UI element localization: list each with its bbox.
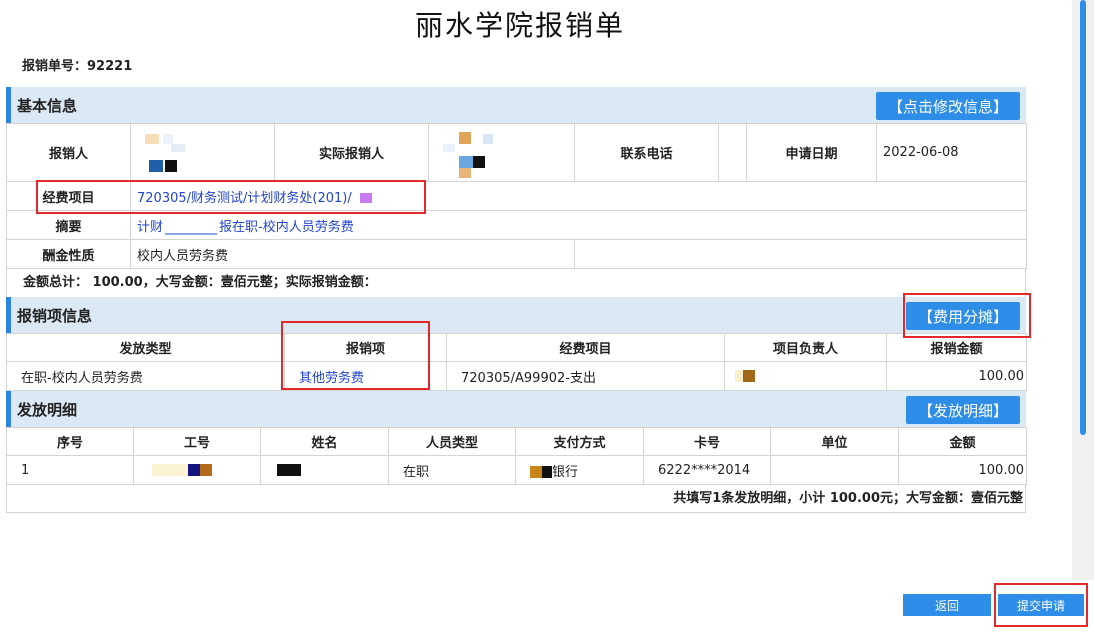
detail-amount: 100.00 [898, 455, 1027, 485]
applicant-value [130, 123, 275, 182]
detail-pay-method-text: 银行 [552, 464, 579, 480]
detail-seq: 1 [6, 455, 134, 485]
fund-link[interactable]: 720305/财务测试/计划财务处(201)/ [137, 191, 352, 206]
detail-col-id: 工号 [133, 427, 261, 456]
pay-nature-label: 酬金性质 [6, 239, 131, 269]
items-col-item: 报销项 [284, 333, 447, 362]
items-title: 报销项信息 [17, 306, 93, 325]
items-header: 报销项信息 【费用分摊】 [6, 297, 1026, 333]
cost-split-button[interactable]: 【费用分摊】 [905, 302, 1020, 330]
basic-info-header: 基本信息 【点击修改信息】 [6, 87, 1026, 123]
detail-header: 发放明细 【发放明细】 [6, 391, 1026, 427]
actual-applicant-value [428, 123, 575, 182]
items-col-type: 发放类型 [6, 333, 285, 362]
pay-nature-empty [574, 239, 1027, 269]
scrollbar-thumb[interactable] [1080, 0, 1086, 435]
basic-row-nature: 酬金性质 校内人员劳务费 [6, 239, 1027, 269]
basic-info-title: 基本信息 [17, 96, 78, 115]
item-amount: 100.00 [886, 361, 1027, 391]
order-number: 报销单号：92221 [22, 55, 132, 74]
detail-title: 发放明细 [17, 400, 78, 419]
pay-nature-value: 校内人员劳务费 [130, 239, 575, 269]
date-value: 2022-06-08 [876, 123, 1027, 182]
submit-button[interactable]: 提交申请 [998, 594, 1084, 616]
summary-text-a: 计财 [137, 219, 164, 235]
phone-value [718, 123, 747, 182]
detail-col-unit: 单位 [770, 427, 899, 456]
back-button[interactable]: 返回 [903, 594, 991, 616]
basic-row-1: 报销人 实际报销人 联系电话 申请日期 2022-06-08 [6, 123, 1027, 182]
detail-summary: 共填写1条发放明细，小计 100.00元；大写金额：壹佰元整 [6, 485, 1026, 513]
items-col-amount: 报销金额 [886, 333, 1027, 362]
basic-row-summary: 摘要 计财 报在职-校内人员劳务费 [6, 210, 1027, 240]
table-row: 1 在职 银行 6222****2014 100.00 [6, 455, 1027, 485]
date-label: 申请日期 [746, 123, 877, 182]
basic-row-fund: 经费项目 720305/财务测试/计划财务处(201)/ [6, 181, 1027, 211]
item-cell: 其他劳务费 [284, 361, 447, 391]
items-col-fund: 经费项目 [446, 333, 725, 362]
item-type: 在职-校内人员劳务费 [6, 361, 285, 391]
summary-link[interactable]: 计财 报在职-校内人员劳务费 [137, 220, 354, 235]
items-table: 发放类型 报销项 经费项目 项目负责人 报销金额 在职-校内人员劳务费 其他劳务… [6, 333, 1027, 391]
actual-applicant-label: 实际报销人 [274, 123, 429, 182]
fund-cell: 720305/财务测试/计划财务处(201)/ [130, 181, 1027, 211]
page-title: 丽水学院报销单 [414, 9, 625, 42]
form-content: 基本信息 【点击修改信息】 报销人 实际报销人 联系电话 申请日期 2022-0… [6, 87, 1027, 513]
detail-id [133, 455, 261, 485]
order-number-label: 报销单号： [22, 59, 88, 74]
items-col-leader: 项目负责人 [724, 333, 887, 362]
summary-cell: 计财 报在职-校内人员劳务费 [130, 210, 1027, 240]
detail-col-seq: 序号 [6, 427, 134, 456]
payment-detail-button[interactable]: 【发放明细】 [905, 396, 1020, 424]
summary-label: 摘要 [6, 210, 131, 240]
phone-label: 联系电话 [574, 123, 719, 182]
applicant-label: 报销人 [6, 123, 131, 182]
detail-card: 6222****2014 [643, 455, 771, 485]
detail-table: 序号 工号 姓名 人员类型 支付方式 卡号 单位 金额 1 在职 银行 6222… [6, 427, 1027, 485]
items-header-row: 发放类型 报销项 经费项目 项目负责人 报销金额 [6, 333, 1027, 362]
summary-text-b: 报在职-校内人员劳务费 [219, 219, 354, 235]
detail-pay-method: 银行 [515, 455, 644, 485]
detail-person-type: 在职 [388, 455, 516, 485]
detail-col-person-type: 人员类型 [388, 427, 516, 456]
detail-header-row: 序号 工号 姓名 人员类型 支付方式 卡号 单位 金额 [6, 427, 1027, 456]
item-link[interactable]: 其他劳务费 [299, 371, 364, 386]
detail-col-amount: 金额 [898, 427, 1027, 456]
detail-col-name: 姓名 [260, 427, 389, 456]
edit-info-button[interactable]: 【点击修改信息】 [875, 92, 1020, 120]
detail-unit [770, 455, 899, 485]
detail-col-card: 卡号 [643, 427, 771, 456]
fund-label: 经费项目 [6, 181, 131, 211]
basic-info-table: 报销人 实际报销人 联系电话 申请日期 2022-06-08 经费项目 7203… [6, 123, 1027, 269]
table-row: 在职-校内人员劳务费 其他劳务费 720305/A99902-支出 100.00 [6, 361, 1027, 391]
order-number-value: 92221 [87, 59, 133, 74]
item-fund: 720305/A99902-支出 [446, 361, 725, 391]
amount-total-line: 金额总计： 100.00，大写金额：壹佰元整；实际报销金额： [6, 269, 1026, 297]
item-leader [724, 361, 887, 391]
detail-name [260, 455, 389, 485]
detail-col-pay-method: 支付方式 [515, 427, 644, 456]
